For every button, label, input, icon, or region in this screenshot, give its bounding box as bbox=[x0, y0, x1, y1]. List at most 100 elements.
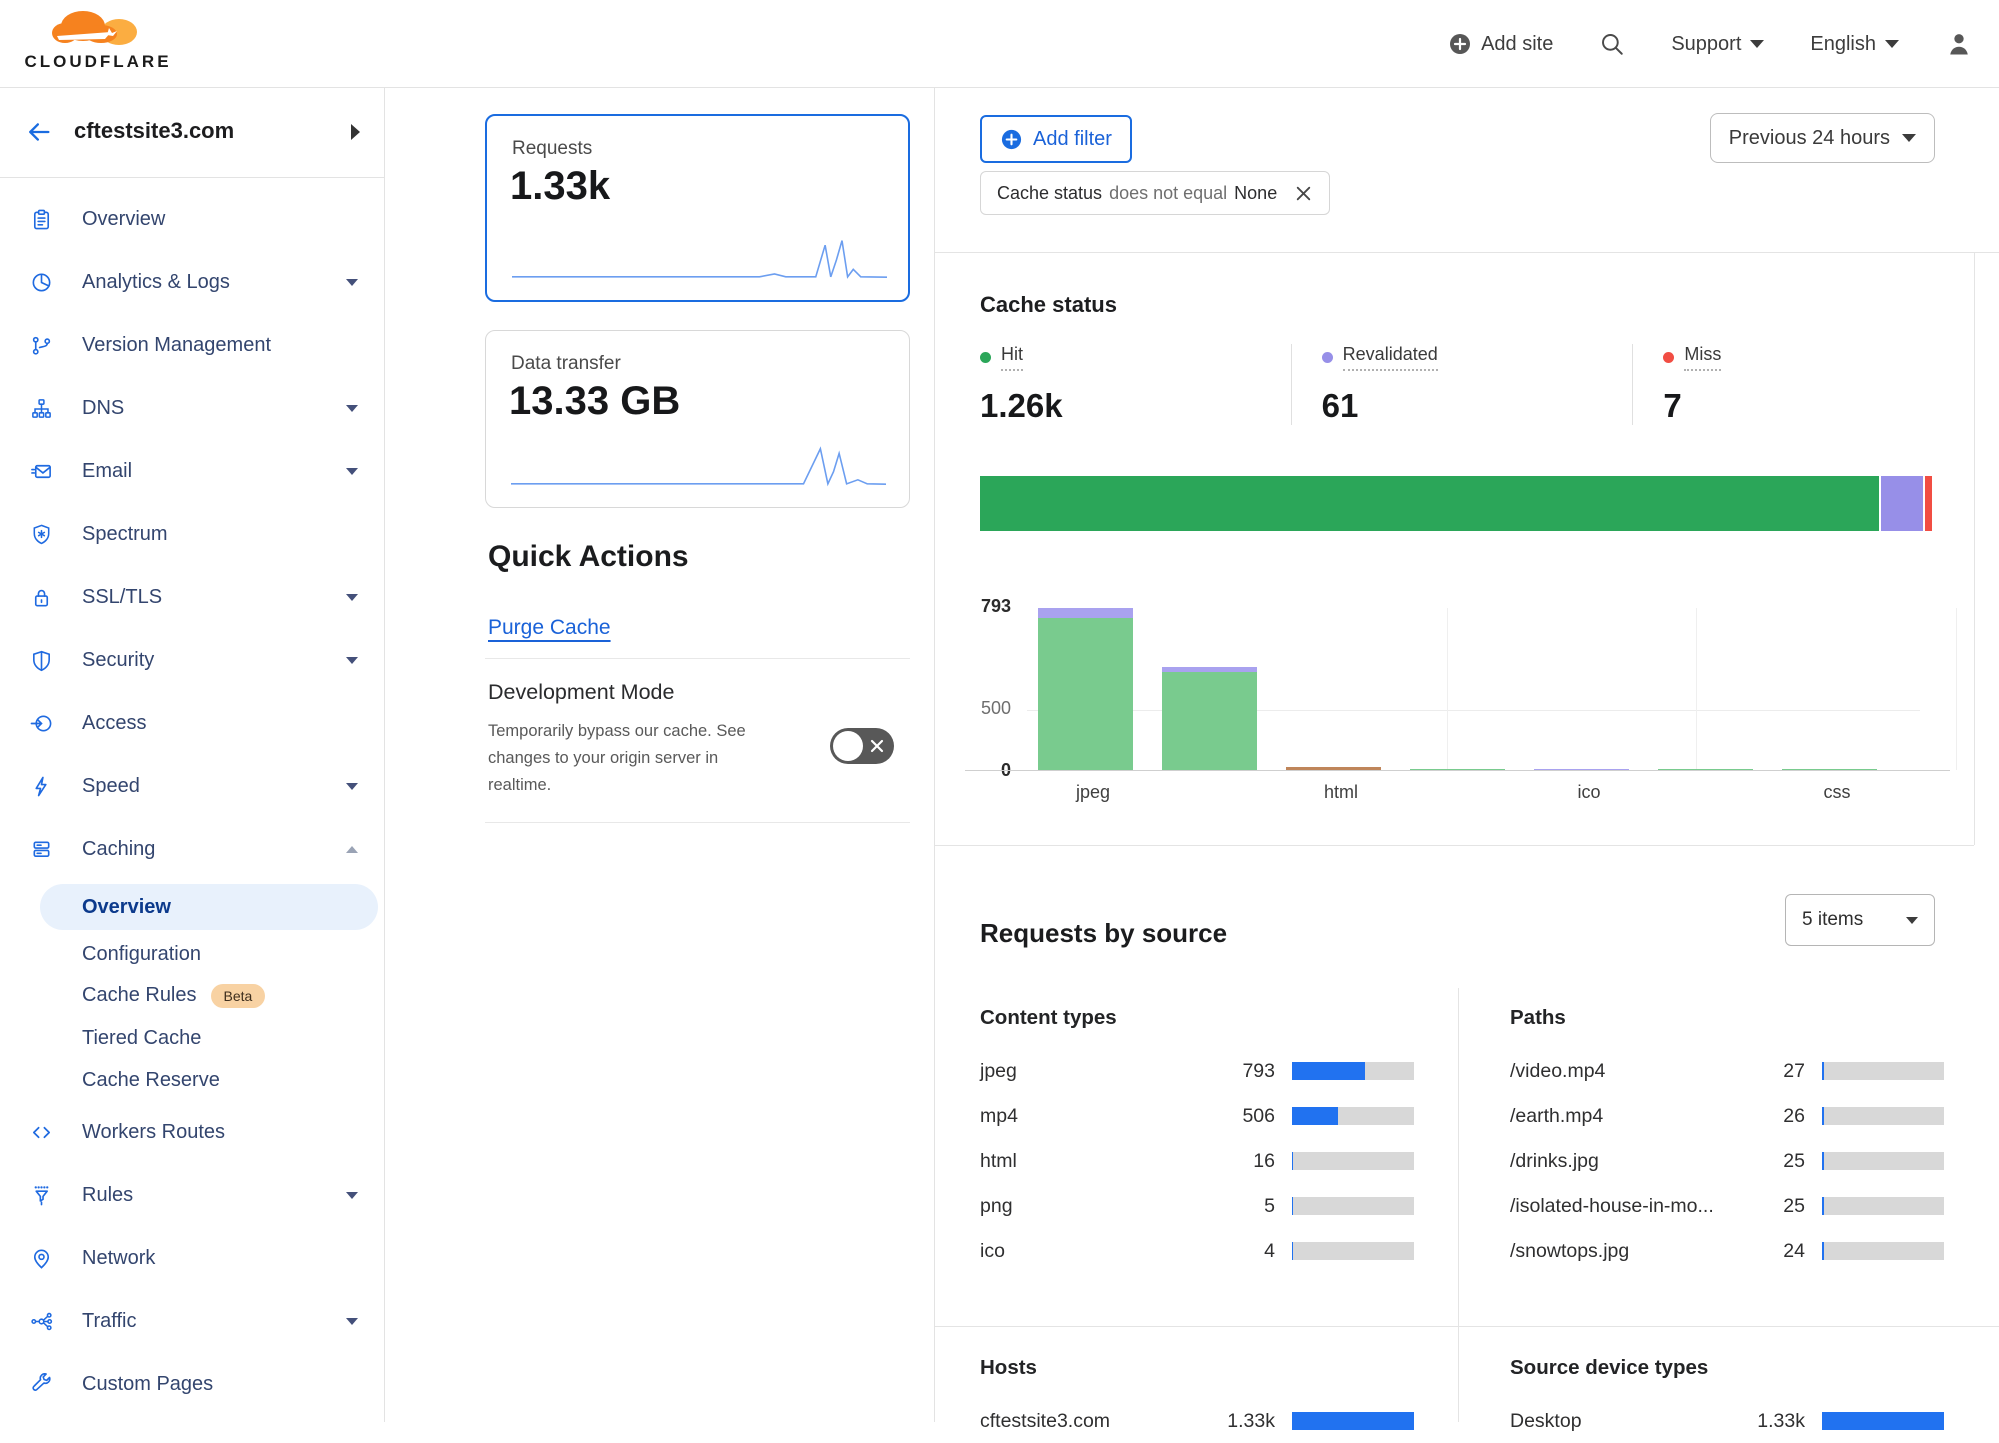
progress-bar bbox=[1822, 1062, 1944, 1080]
sidebar-item-email[interactable]: Email bbox=[0, 440, 384, 503]
chevron-down-icon bbox=[346, 468, 358, 475]
lightning-icon bbox=[30, 775, 53, 798]
list-item[interactable]: /earth.mp4 26 bbox=[1510, 1093, 1945, 1138]
data-transfer-card-label: Data transfer bbox=[511, 353, 621, 375]
ytick-500: 500 bbox=[951, 698, 1011, 719]
list-item[interactable]: cftestsite3.com 1.33k bbox=[980, 1398, 1415, 1443]
development-mode-title: Development Mode bbox=[488, 680, 674, 705]
sidebar-item-workers-routes[interactable]: Workers Routes bbox=[0, 1101, 384, 1164]
list-item[interactable]: ico 4 bbox=[980, 1228, 1415, 1273]
add-site-label: Add site bbox=[1481, 33, 1553, 56]
sidebar-item-overview[interactable]: Overview bbox=[0, 188, 384, 251]
filter-chip[interactable]: Cache status does not equal None bbox=[980, 171, 1330, 215]
sidebar-item-rules[interactable]: Rules bbox=[0, 1164, 384, 1227]
miss-value: 7 bbox=[1663, 387, 1974, 425]
filter-value: None bbox=[1234, 183, 1277, 204]
data-transfer-sparkline bbox=[511, 443, 886, 489]
development-mode-toggle[interactable] bbox=[830, 728, 894, 764]
chevron-up-icon bbox=[346, 846, 358, 853]
requests-card-label: Requests bbox=[512, 138, 592, 160]
user-icon[interactable] bbox=[1945, 30, 1973, 58]
legend-revalidated[interactable]: Revalidated bbox=[1322, 344, 1633, 371]
list-item[interactable]: html 16 bbox=[980, 1138, 1415, 1183]
section-divider bbox=[935, 252, 1999, 253]
xtick-css: css bbox=[1777, 782, 1897, 803]
legend-miss[interactable]: Miss bbox=[1663, 344, 1974, 371]
requests-card-value: 1.33k bbox=[510, 164, 610, 209]
time-range-dropdown[interactable]: Previous 24 hours bbox=[1710, 113, 1935, 163]
support-menu[interactable]: Support bbox=[1671, 33, 1764, 56]
stacked-segment-revalidated[interactable] bbox=[1881, 476, 1924, 531]
sidebar-item-security[interactable]: Security bbox=[0, 629, 384, 692]
sidebar-item-spectrum[interactable]: Spectrum bbox=[0, 503, 384, 566]
legend-hit[interactable]: Hit bbox=[980, 344, 1291, 371]
close-icon[interactable] bbox=[1294, 184, 1313, 203]
data-transfer-metric-card[interactable]: Data transfer 13.33 GB bbox=[485, 330, 910, 508]
sidebar-subitem-cache-reserve[interactable]: Cache Reserve bbox=[0, 1059, 384, 1101]
envelope-icon bbox=[30, 460, 53, 483]
stacked-segment-hit[interactable] bbox=[980, 476, 1879, 531]
cloudflare-cloud-icon bbox=[39, 6, 157, 46]
list-item[interactable]: /snowtops.jpg 24 bbox=[1510, 1228, 1945, 1273]
items-count-dropdown[interactable]: 5 items bbox=[1785, 894, 1935, 946]
sidebar-item-dns[interactable]: DNS bbox=[0, 377, 384, 440]
list-item[interactable]: /video.mp4 27 bbox=[1510, 1048, 1945, 1093]
shield-icon bbox=[30, 649, 53, 672]
sidebar-item-speed[interactable]: Speed bbox=[0, 755, 384, 818]
column-divider bbox=[1458, 988, 1459, 1422]
list-item[interactable]: Desktop 1.33k bbox=[1510, 1398, 1945, 1443]
progress-bar bbox=[1822, 1412, 1944, 1430]
sitemap-icon bbox=[30, 397, 53, 420]
sidebar-subitem-caching-overview[interactable]: Overview bbox=[40, 884, 378, 930]
list-item[interactable]: /drinks.jpg 25 bbox=[1510, 1138, 1945, 1183]
plus-circle-icon bbox=[1448, 32, 1472, 56]
paths-list: Paths /video.mp4 27 /earth.mp4 26 /drink… bbox=[1510, 1006, 1945, 1273]
gridline bbox=[1696, 608, 1697, 770]
back-arrow-icon[interactable] bbox=[24, 118, 54, 146]
language-menu[interactable]: English bbox=[1810, 33, 1899, 56]
sidebar-item-network[interactable]: Network bbox=[0, 1227, 384, 1290]
stacked-segment-miss[interactable] bbox=[1925, 476, 1932, 531]
source-device-types-list: Source device types Desktop 1.33k bbox=[1510, 1356, 1945, 1443]
add-filter-button[interactable]: Add filter bbox=[980, 115, 1132, 163]
revalidated-value: 61 bbox=[1322, 387, 1633, 425]
support-label: Support bbox=[1671, 33, 1741, 56]
sidebar-subitem-tiered-cache[interactable]: Tiered Cache bbox=[0, 1017, 384, 1059]
hit-value: 1.26k bbox=[980, 387, 1291, 425]
list-item[interactable]: mp4 506 bbox=[980, 1093, 1415, 1138]
requests-metric-card[interactable]: Requests 1.33k bbox=[485, 114, 910, 302]
list-item[interactable]: /isolated-house-in-mo... 25 bbox=[1510, 1183, 1945, 1228]
search-icon[interactable] bbox=[1599, 31, 1625, 57]
sidebar-subitem-cache-rules[interactable]: Cache RulesBeta bbox=[0, 975, 384, 1017]
add-site-button[interactable]: Add site bbox=[1448, 32, 1553, 56]
sidebar-item-caching[interactable]: Caching bbox=[0, 818, 384, 881]
progress-bar bbox=[1822, 1242, 1944, 1260]
requests-sparkline bbox=[512, 236, 887, 282]
brand-wordmark: CLOUDFLARE bbox=[18, 52, 178, 72]
sidebar-item-custom-pages[interactable]: Custom Pages bbox=[0, 1353, 384, 1416]
language-label: English bbox=[1810, 33, 1876, 56]
pie-chart-icon bbox=[30, 271, 53, 294]
sidebar-item-ssl-tls[interactable]: SSL/TLS bbox=[0, 566, 384, 629]
chevron-down-icon bbox=[346, 783, 358, 790]
purge-cache-link[interactable]: Purge Cache bbox=[488, 616, 611, 640]
chevron-right-icon[interactable] bbox=[351, 124, 360, 140]
list-item[interactable]: png 5 bbox=[980, 1183, 1415, 1228]
stat-miss: Miss 7 bbox=[1632, 344, 1974, 425]
divider bbox=[485, 822, 910, 823]
sidebar-item-analytics-logs[interactable]: Analytics & Logs bbox=[0, 251, 384, 314]
bar-jpeg[interactable] bbox=[1038, 608, 1133, 770]
share-nodes-icon bbox=[30, 1310, 53, 1333]
bar-mp4[interactable] bbox=[1162, 667, 1257, 770]
sidebar-item-access[interactable]: Access bbox=[0, 692, 384, 755]
stat-revalidated: Revalidated 61 bbox=[1291, 344, 1633, 425]
cloudflare-logo[interactable]: CLOUDFLARE bbox=[18, 6, 178, 72]
sidebar-subitem-configuration[interactable]: Configuration bbox=[0, 933, 384, 975]
site-name: cftestsite3.com bbox=[74, 118, 234, 144]
chevron-down-icon bbox=[346, 594, 358, 601]
hosts-list: Hosts cftestsite3.com 1.33k bbox=[980, 1356, 1415, 1443]
progress-bar bbox=[1822, 1107, 1944, 1125]
list-item[interactable]: jpeg 793 bbox=[980, 1048, 1415, 1093]
sidebar-item-traffic[interactable]: Traffic bbox=[0, 1290, 384, 1353]
sidebar-item-version-management[interactable]: Version Management bbox=[0, 314, 384, 377]
